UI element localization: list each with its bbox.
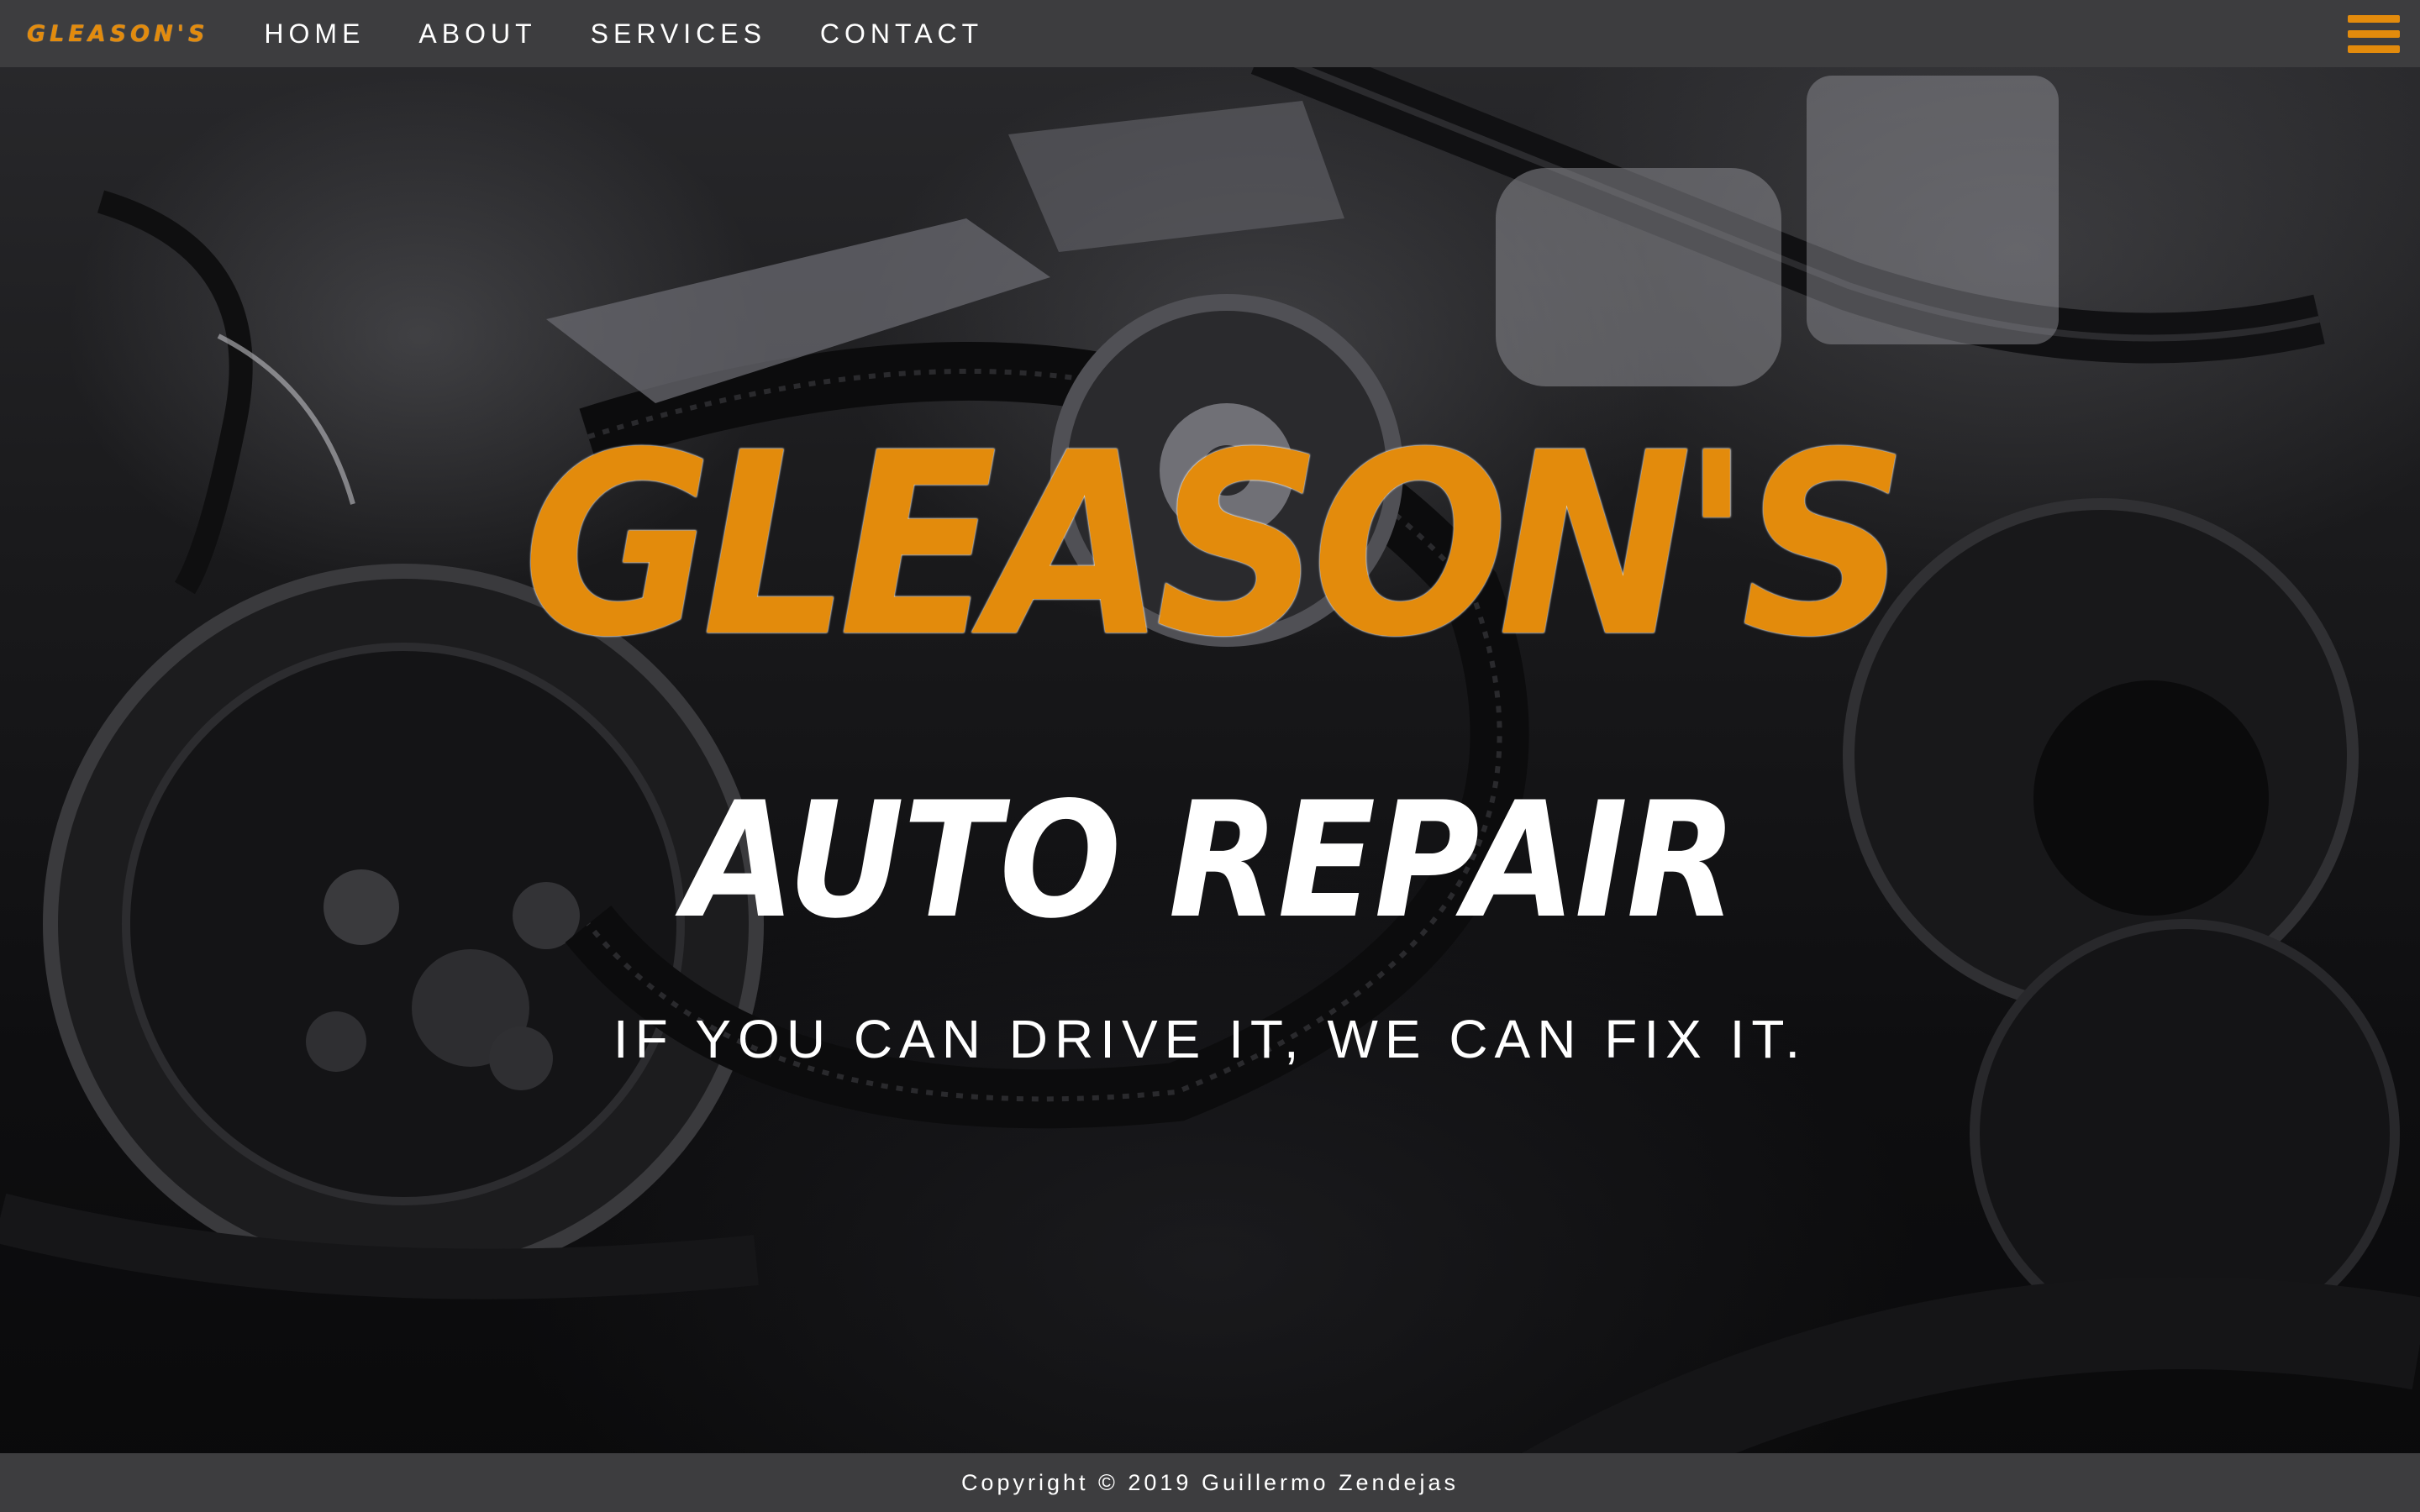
footer-copyright: Copyright © 2019 Guillermo Zendejas (960, 1469, 1460, 1495)
nav-links: HOME ABOUT SERVICES CONTACT (244, 18, 1017, 50)
hamburger-line (2348, 45, 2400, 53)
hero-tagline: IF YOU CAN DRIVE IT, WE CAN FIX IT. (613, 1009, 1807, 1069)
hamburger-line (2348, 15, 2400, 23)
nav-logo[interactable]: GLEASON'S (27, 21, 208, 47)
hamburger-line (2348, 30, 2400, 38)
page: GLEASON'S HOME ABOUT SERVICES CONTACT GL… (0, 0, 2420, 1512)
footer: Copyright © 2019 Guillermo Zendejas (0, 1453, 2420, 1512)
nav-link-about[interactable]: ABOUT (418, 18, 536, 50)
top-navbar: GLEASON'S HOME ABOUT SERVICES CONTACT (0, 0, 2420, 67)
hero-subtitle: AUTO REPAIR (684, 768, 1737, 953)
nav-link-services[interactable]: SERVICES (591, 18, 766, 50)
hero: GLEASON'S AUTO REPAIR IF YOU CAN DRIVE I… (0, 0, 2420, 1453)
hamburger-menu-icon[interactable] (2348, 13, 2400, 55)
nav-link-contact[interactable]: CONTACT (820, 18, 983, 50)
nav-link-home[interactable]: HOME (264, 18, 365, 50)
hero-title: GLEASON'S (522, 399, 1908, 692)
